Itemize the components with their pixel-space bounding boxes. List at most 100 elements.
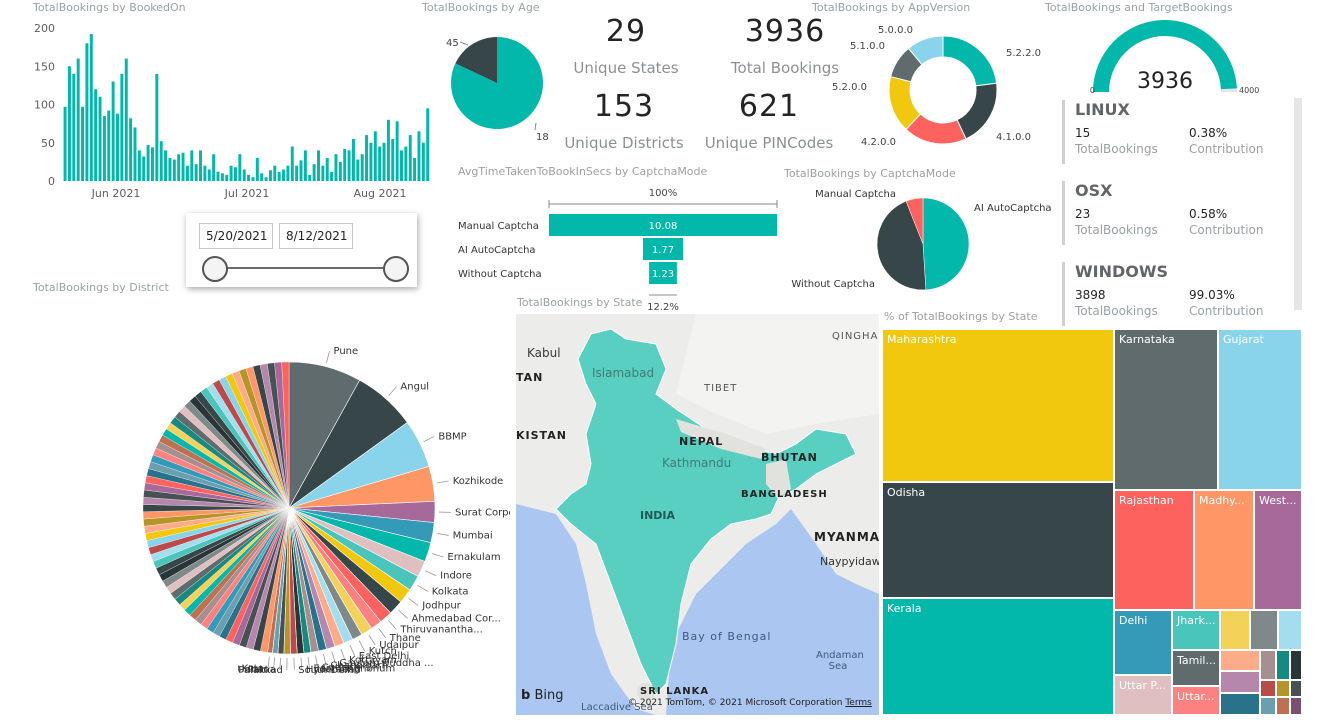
date-range-slicer: 5/20/2021 8/12/2021 — [186, 213, 417, 287]
bar — [177, 154, 181, 181]
treemap-cell-kerala[interactable]: Kerala — [882, 598, 1114, 715]
treemap-label: Karnataka — [1119, 333, 1175, 346]
treemap-cell-small[interactable] — [1220, 650, 1260, 671]
bar — [89, 34, 93, 182]
treemap-cell-small[interactable] — [1290, 697, 1302, 715]
end-date-input[interactable]: 8/12/2021 — [279, 223, 353, 249]
treemap-cell-small[interactable] — [1260, 680, 1276, 697]
x-tick-label: Jun 2021 — [91, 187, 141, 200]
os-name: WINDOWS — [1075, 262, 1169, 281]
bar — [351, 138, 355, 181]
treemap-cell-small[interactable] — [1220, 671, 1260, 693]
treemap-cell-uttar-pradesh[interactable]: Uttar P... — [1114, 675, 1172, 715]
map-label: KISTAN — [516, 429, 567, 442]
funnel-category: AI AutoCaptcha — [458, 245, 536, 256]
bar — [260, 173, 264, 181]
treemap-cell-small[interactable] — [1276, 680, 1290, 697]
bar — [325, 158, 329, 181]
map-label: NEPAL — [679, 435, 724, 448]
bar — [391, 138, 395, 181]
pie-label: Indore — [440, 571, 472, 582]
map-terms-link[interactable]: Terms — [845, 698, 872, 708]
treemap-cell-small[interactable] — [1290, 650, 1302, 680]
treemap-cell-small[interactable] — [1276, 697, 1290, 715]
pie-label: Without Captcha — [791, 279, 875, 290]
bar — [360, 154, 364, 181]
treemap-cell-delhi[interactable]: Delhi — [1114, 610, 1172, 675]
age-title: TotalBookings by Age — [422, 1, 540, 14]
end-slider-handle[interactable] — [383, 256, 409, 282]
bar — [421, 142, 425, 181]
funnel-category: Without Captcha — [458, 269, 542, 280]
treemap-cell-jharkhand[interactable]: Jhark... — [1172, 610, 1220, 650]
os-name: OSX — [1075, 181, 1113, 200]
treemap-cell-uttarakhand[interactable]: Uttar... — [1172, 686, 1220, 715]
treemap-cell-small[interactable] — [1260, 697, 1276, 715]
bing-icon: b — [521, 688, 531, 703]
pie-label: South Delhi — [298, 665, 356, 676]
bar — [94, 89, 98, 181]
treemap-label: Odisha — [887, 486, 926, 499]
bar — [137, 150, 141, 181]
os-contribution: 0.38% — [1189, 126, 1228, 140]
treemap-cell-odisha[interactable]: Odisha — [882, 482, 1114, 598]
bar — [146, 145, 150, 181]
district-pie-chart: Pune Angul BBMP Kozhikode Surat Corporation M… — [142, 346, 510, 676]
os-contribution: 99.03% — [1189, 288, 1235, 302]
donut-label: 5.2.0.0 — [832, 82, 867, 93]
treemap-cell-small[interactable] — [1220, 610, 1250, 650]
map-label: Kabul — [527, 346, 561, 360]
map-label: Naypyidaw — [820, 555, 879, 568]
os-count-label: TotalBookings — [1075, 142, 1158, 156]
pie-label: 45 — [446, 38, 459, 49]
treemap-cell-madhya[interactable]: Madhy... — [1194, 490, 1254, 610]
bar — [295, 165, 299, 181]
treemap-cell-small[interactable] — [1290, 680, 1302, 697]
bar — [212, 154, 216, 181]
bar — [365, 135, 369, 181]
map-label: TIBET — [704, 383, 738, 394]
bar — [303, 150, 307, 181]
bar — [282, 169, 286, 181]
map-label: Kathmandu — [662, 456, 732, 470]
treemap-cell-small[interactable] — [1250, 610, 1278, 650]
treemap-cell-rajasthan[interactable]: Rajasthan — [1114, 490, 1194, 610]
map-label: SRI LANKA — [640, 686, 710, 697]
start-date-input[interactable]: 5/20/2021 — [199, 223, 273, 249]
state-map-title: TotalBookings by State — [517, 296, 643, 309]
treemap-cell-small[interactable] — [1260, 650, 1276, 680]
treemap-cell-tamil[interactable]: Tamil... — [1172, 650, 1220, 686]
treemap-cell-maharashtra[interactable]: Maharashtra — [882, 329, 1114, 482]
donut-label: 4.2.0.0 — [861, 137, 896, 148]
captcha-pie-chart: AI AutoCaptcha Without Captcha Manual Capt… — [791, 189, 1052, 291]
os-cards-scrollbar[interactable] — [1294, 98, 1302, 310]
slider-track[interactable] — [214, 267, 396, 269]
funnel-value: 1.77 — [652, 245, 674, 256]
x-tick-label: Aug 2021 — [354, 187, 407, 200]
bar — [133, 127, 137, 181]
bar — [72, 73, 76, 181]
bar — [81, 106, 85, 181]
start-slider-handle[interactable] — [202, 256, 228, 282]
treemap-cell-karnataka[interactable]: Karnataka — [1114, 329, 1218, 490]
pie-label: Kolkata — [432, 587, 469, 598]
treemap-cell-gujarat[interactable]: Gujarat — [1218, 329, 1302, 490]
treemap-cell-small[interactable] — [1278, 610, 1302, 650]
bar — [312, 164, 316, 181]
treemap-cell-west[interactable]: West... — [1254, 490, 1302, 610]
funnel-value: 1.23 — [652, 269, 674, 280]
leader-line — [423, 436, 435, 443]
treemap-cell-small[interactable] — [1276, 650, 1290, 680]
captcha-title: TotalBookings by CaptchaMode — [784, 167, 956, 180]
state-map[interactable]: Kabul Islamabad QINGHAI TIBET NEPAL Kath… — [516, 314, 879, 715]
leader-line — [388, 386, 397, 396]
kpi-unique-pincodes-value: 621 — [738, 89, 800, 124]
pie-label: Jodhpur — [421, 601, 461, 612]
treemap-cell-small[interactable] — [1220, 693, 1260, 715]
leader-line — [417, 584, 429, 592]
booked-on-bar-chart: 0 50 100 150 200 Jun 2021 Jul 2021 Aug 2021 — [34, 22, 430, 200]
bar — [286, 165, 290, 181]
bar — [343, 148, 347, 181]
donut-slice — [942, 35, 998, 87]
map-label: INDIA — [640, 509, 676, 522]
